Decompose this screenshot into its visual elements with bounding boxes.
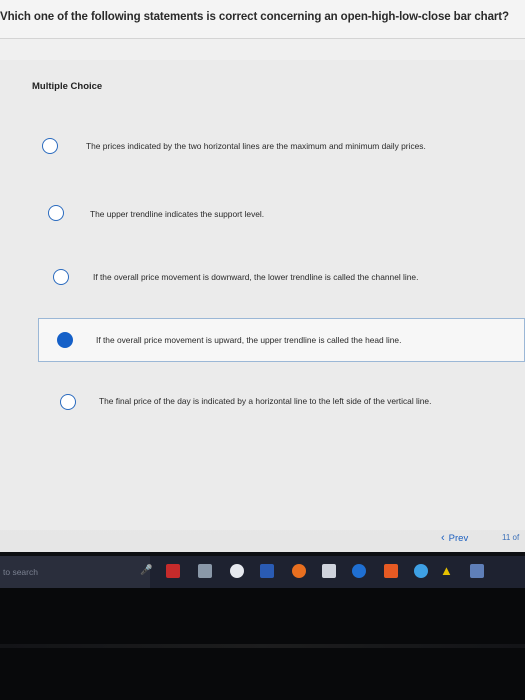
option-4[interactable]: If the overall price movement is upward,… [38,318,525,362]
multiple-choice-label: Multiple Choice [32,81,103,92]
office-icon[interactable] [384,564,398,578]
option-5[interactable]: The final price of the day is indicated … [0,383,525,423]
search-placeholder: to search [3,567,38,577]
option-1[interactable]: The prices indicated by the two horizont… [0,126,525,166]
word-icon[interactable] [260,564,274,578]
radio-button-2[interactable] [48,205,64,221]
prev-label: Prev [448,532,469,544]
question-text: Vhich one of the following statements is… [0,11,509,23]
edge-icon[interactable] [352,564,366,578]
files-icon[interactable] [198,564,212,578]
bezel-reflection [0,644,525,648]
header-divider [0,38,525,39]
page-indicator: 11 of [502,533,520,542]
chrome-icon[interactable] [230,564,244,578]
firefox-icon[interactable] [292,564,306,578]
option-5-text[interactable]: The final price of the day is indicated … [99,396,431,406]
radio-button-1[interactable] [42,138,58,154]
question-header: Vhich one of the following statements is… [0,0,525,38]
screen: Vhich one of the following statements is… [0,0,525,552]
option-2[interactable]: The upper trendline indicates the suppor… [0,195,525,235]
option-3[interactable]: If the overall price movement is downwar… [0,259,525,299]
option-3-text[interactable]: If the overall price movement is downwar… [93,272,418,282]
microphone-icon[interactable]: 🎤 [140,565,154,579]
radio-button-3[interactable] [53,269,69,285]
taskbar-search[interactable]: to search [0,556,150,588]
ie-icon[interactable] [414,564,428,578]
prev-button[interactable]: ‹ Prev [441,532,468,544]
warning-icon[interactable]: ▲ [440,563,454,578]
store-icon[interactable] [322,564,336,578]
option-1-text[interactable]: The prices indicated by the two horizont… [86,141,426,151]
acrobat-icon[interactable] [166,564,180,578]
windows-taskbar: to search 🎤 ▲ [0,556,525,588]
chevron-left-icon: ‹ [441,532,445,544]
photo-icon[interactable] [470,564,484,578]
radio-button-5[interactable] [60,394,76,410]
radio-button-4-selected[interactable] [57,332,73,348]
option-2-text[interactable]: The upper trendline indicates the suppor… [90,209,264,219]
option-4-text[interactable]: If the overall price movement is upward,… [96,335,401,345]
